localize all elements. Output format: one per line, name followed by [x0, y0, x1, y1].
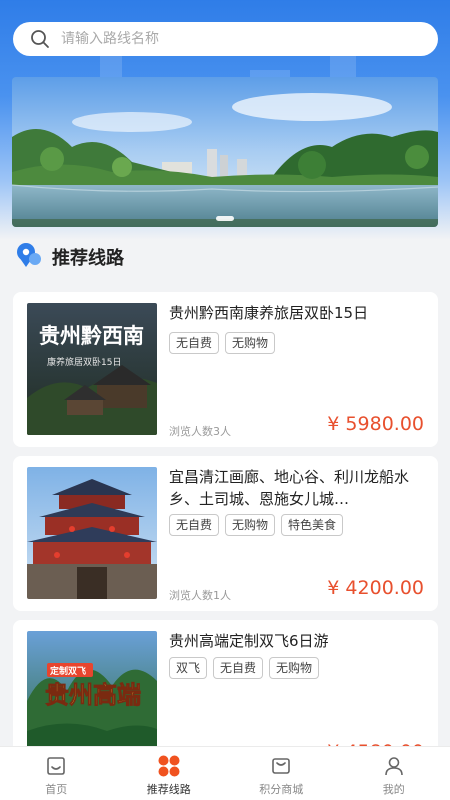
- tab-recommended-routes[interactable]: 推荐线路: [113, 747, 226, 800]
- route-tags: 双飞 无自费 无购物: [169, 657, 320, 679]
- search-input[interactable]: [61, 31, 391, 47]
- tab-label: 首页: [45, 783, 68, 796]
- tab-label: 积分商城: [259, 783, 304, 796]
- search-bar[interactable]: [13, 22, 438, 56]
- bottom-tab-bar: 首页 推荐线路 积分商城 我的: [0, 746, 450, 800]
- route-card[interactable]: 宜昌清江画廊、地心谷、利川龙船水乡、土司城、恩施女儿城… 无自费 无购物 特色美…: [13, 456, 438, 611]
- tab-points-mall[interactable]: 积分商城: [225, 747, 338, 800]
- route-price: ¥ 4200.00: [327, 577, 424, 599]
- route-tag: 无自费: [169, 332, 220, 354]
- thumb-subtitle-text: 康养旅居双卧15日: [47, 356, 121, 368]
- route-grid-icon: [157, 754, 181, 778]
- tab-home[interactable]: 首页: [0, 747, 113, 800]
- carousel-indicator[interactable]: [216, 216, 234, 221]
- route-tag: 无购物: [269, 657, 320, 679]
- route-tags: 无自费 无购物 特色美食: [169, 514, 344, 536]
- route-tag: 无购物: [225, 332, 276, 354]
- route-card[interactable]: 贵州黔西南 康养旅居双卧15日 贵州黔西南康养旅居双卧15日 无自费 无购物 浏…: [13, 292, 438, 447]
- thumb-title-text: 贵州高端: [45, 680, 141, 709]
- view-count: 浏览人数3人: [169, 425, 231, 438]
- route-tag: 双飞: [169, 657, 208, 679]
- mall-icon: [269, 754, 293, 778]
- search-icon: [29, 28, 51, 50]
- user-icon: [382, 754, 406, 778]
- route-tags: 无自费 无购物: [169, 332, 276, 354]
- section-header: 推荐线路: [14, 242, 124, 272]
- route-price: ¥ 5980.00: [327, 413, 424, 435]
- tab-label: 我的: [382, 783, 405, 796]
- thumb-title-text: 贵州黔西南: [39, 323, 144, 348]
- route-thumbnail: [27, 467, 157, 599]
- route-title: 贵州黔西南康养旅居双卧15日: [169, 304, 369, 322]
- section-title: 推荐线路: [52, 248, 124, 269]
- route-tag: 特色美食: [281, 514, 344, 536]
- route-section-icon: [14, 242, 42, 272]
- thumb-badge-text: 定制双飞: [49, 665, 86, 677]
- banner-carousel[interactable]: [12, 77, 438, 227]
- banner-image: [12, 77, 438, 227]
- tab-mine[interactable]: 我的: [338, 747, 450, 800]
- route-thumbnail: 贵州黔西南 康养旅居双卧15日: [27, 303, 157, 435]
- tab-label: 推荐线路: [146, 783, 191, 796]
- route-title: 贵州高端定制双飞6日游: [169, 632, 329, 650]
- route-thumbnail: 定制双飞 贵州高端: [27, 631, 157, 763]
- route-tag: 无自费: [213, 657, 264, 679]
- home-icon: [44, 754, 68, 778]
- view-count: 浏览人数1人: [169, 589, 231, 602]
- route-tag: 无购物: [225, 514, 276, 536]
- route-title: 宜昌清江画廊、地心谷、利川龙船水乡、土司城、恩施女儿城…: [169, 468, 410, 508]
- route-tag: 无自费: [169, 514, 220, 536]
